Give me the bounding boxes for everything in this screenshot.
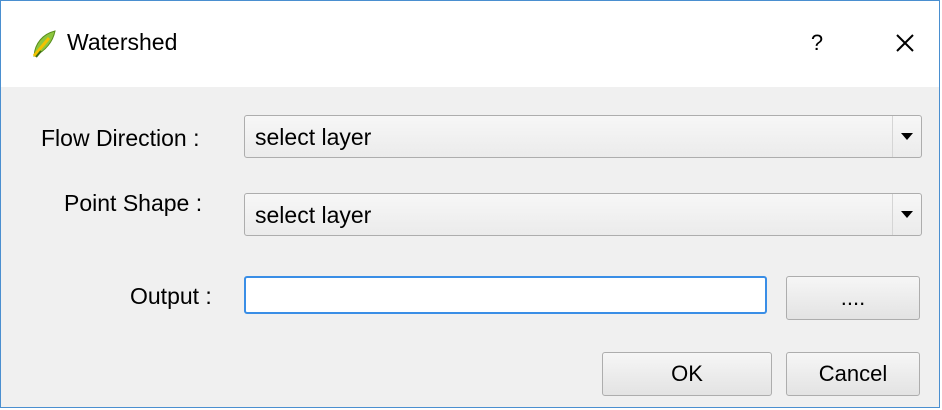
title-bar: Watershed ? xyxy=(1,1,939,87)
point-shape-select[interactable]: select layer xyxy=(244,193,922,236)
flow-direction-label: Flow Direction : xyxy=(41,125,200,151)
cancel-button[interactable]: Cancel xyxy=(786,352,920,396)
help-button[interactable]: ? xyxy=(793,23,841,63)
window-title: Watershed xyxy=(67,29,178,55)
flow-direction-select[interactable]: select layer xyxy=(244,115,922,158)
qgis-leaf-icon xyxy=(31,29,57,59)
chevron-down-icon[interactable] xyxy=(892,116,921,157)
output-label: Output : xyxy=(130,283,212,309)
flow-direction-value: select layer xyxy=(255,124,372,150)
output-path-input[interactable] xyxy=(244,276,767,314)
close-button[interactable] xyxy=(881,23,929,63)
ok-button[interactable]: OK xyxy=(602,352,772,396)
point-shape-label: Point Shape : xyxy=(64,190,203,216)
point-shape-value: select layer xyxy=(255,202,372,228)
close-icon xyxy=(896,34,914,52)
watershed-dialog: Watershed ? Flow Direction : select laye… xyxy=(0,0,940,408)
browse-button[interactable]: .... xyxy=(786,276,920,320)
chevron-down-icon[interactable] xyxy=(892,194,921,235)
